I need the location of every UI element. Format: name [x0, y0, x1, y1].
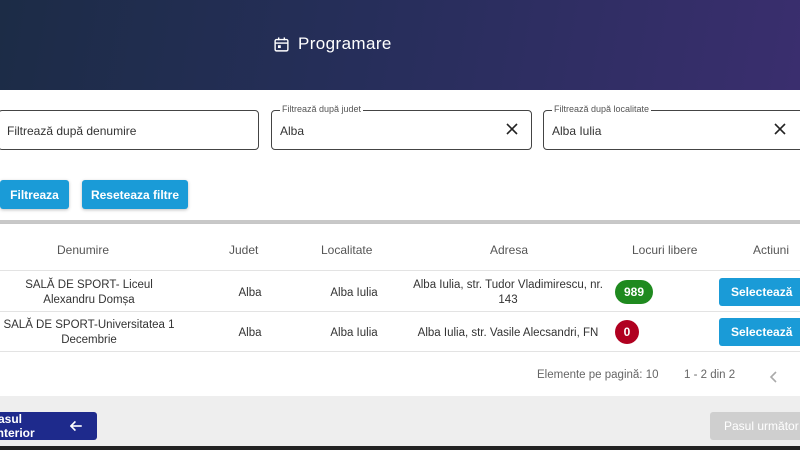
localitate-filter-label: Filtrează după localitate	[552, 104, 652, 114]
column-header-judet: Judet	[229, 243, 259, 257]
row-divider	[0, 270, 800, 271]
chevron-left-icon[interactable]	[767, 370, 779, 384]
next-step-button[interactable]: Pasul următor	[710, 412, 800, 440]
cell-localitate: Alba Iulia	[330, 287, 378, 299]
column-header-actiuni: Actiuni	[753, 243, 790, 257]
clear-localitate-icon[interactable]	[773, 122, 787, 136]
row-divider	[0, 351, 800, 352]
select-button[interactable]: Selectează	[719, 278, 800, 306]
arrow-left-icon	[70, 420, 83, 432]
name-filter-placeholder: Filtrează după denumire	[7, 124, 137, 138]
bottom-bar	[0, 446, 800, 450]
cell-judet: Alba	[238, 287, 262, 299]
previous-step-label: Pasul anterior	[0, 412, 35, 440]
select-button[interactable]: Selectează	[719, 318, 800, 346]
page-title: Programare	[298, 34, 392, 53]
column-header-localitate: Localitate	[321, 243, 373, 257]
localitate-filter-value: Alba Iulia	[552, 124, 602, 138]
items-per-page[interactable]: Elemente pe pagină: 10	[537, 369, 658, 381]
cell-denumire: SALĂ DE SPORT-Universitatea 1 Decembrie	[3, 319, 175, 346]
previous-step-button[interactable]: Pasul anterior	[0, 412, 97, 440]
localitate-filter-input[interactable]: Filtrează după localitate Alba Iulia	[543, 104, 800, 150]
cell-localitate: Alba Iulia	[330, 327, 378, 339]
reset-filters-button[interactable]: Reseteaza filtre	[82, 180, 188, 209]
judet-filter-input[interactable]: Filtrează după judet Alba	[271, 104, 532, 150]
cell-adresa: Alba Iulia, str. Tudor Vladimirescu, nr.…	[413, 279, 603, 306]
header-title: Programare	[273, 34, 392, 54]
cell-judet: Alba	[238, 327, 262, 339]
column-header-adresa: Adresa	[490, 243, 529, 257]
page-range: 1 - 2 din 2	[684, 369, 736, 381]
filter-button[interactable]: Filtreaza	[0, 180, 69, 209]
step-navigation: Pasul anterior Pasul următor	[0, 396, 800, 450]
judet-filter-value: Alba	[280, 124, 305, 138]
filters-panel: Filtrează după denumire Filtrează după j…	[0, 90, 800, 220]
page-header: Programare	[0, 0, 800, 90]
status-badge: 989	[615, 280, 653, 304]
cell-denumire: SALĂ DE SPORT- Liceul Alexandru Domșa	[25, 279, 153, 306]
results-table: Denumire Judet Localitate Adresa Locuri …	[0, 224, 800, 396]
calendar-icon	[274, 36, 289, 52]
cell-adresa: Alba Iulia, str. Vasile Alecsandri, FN	[417, 327, 599, 339]
status-badge: 0	[615, 320, 639, 344]
name-filter-input[interactable]: Filtrează după denumire	[0, 110, 259, 150]
column-header-locuri: Locuri libere	[632, 243, 698, 257]
judet-filter-label: Filtrează după judet	[280, 104, 364, 114]
column-header-denumire: Denumire	[57, 243, 110, 257]
row-divider	[0, 311, 800, 312]
clear-judet-icon[interactable]	[505, 122, 519, 136]
